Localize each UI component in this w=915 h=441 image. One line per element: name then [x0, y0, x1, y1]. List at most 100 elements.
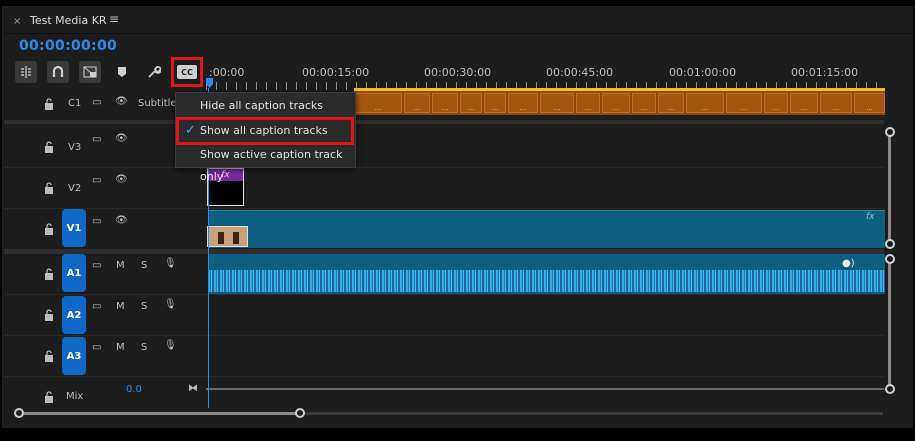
ruler-label: 00:01:15:00: [791, 66, 859, 79]
caption-display-menu: Hide all caption tracks ✓ Show all capti…: [175, 92, 356, 183]
horizontal-scrollbar-thumb[interactable]: [19, 412, 300, 415]
lock-icon[interactable]: [44, 223, 54, 235]
caption-clip[interactable]: ...: [508, 93, 538, 113]
track-row-a2: [4, 335, 884, 336]
caption-clip[interactable]: ...: [460, 93, 482, 113]
track-target-a2[interactable]: A2: [62, 296, 86, 334]
zoom-handle-left[interactable]: [14, 408, 24, 418]
eye-icon[interactable]: 👁: [115, 96, 128, 107]
track-target-a1[interactable]: A1: [62, 254, 86, 292]
jump-to-end-icon[interactable]: ⧓: [188, 383, 198, 394]
track-row-a3: [4, 376, 884, 377]
timeline-panel: × Test Media KR ≡ 00:00:00:00 CC :00:00 …: [0, 0, 915, 441]
playhead-timecode[interactable]: 00:00:00:00: [19, 38, 117, 54]
snap-magnet-icon[interactable]: [47, 61, 69, 83]
zoom-handle-right[interactable]: [295, 408, 305, 418]
caption-clips[interactable]: ... ... ... ... ... ... ... ... ... ... …: [354, 91, 885, 115]
lock-icon[interactable]: [44, 350, 54, 362]
lock-icon[interactable]: [44, 268, 54, 280]
ruler-label: :00:00: [209, 66, 245, 79]
caption-clip[interactable]: ...: [404, 93, 430, 113]
menu-item-show-all-captions[interactable]: ✓ Show all caption tracks: [176, 117, 354, 145]
track-divider[interactable]: [4, 120, 884, 128]
menu-item-show-active-caption[interactable]: Show active caption track only: [176, 144, 355, 183]
solo-button[interactable]: S: [141, 342, 147, 353]
close-icon[interactable]: ×: [13, 16, 21, 27]
scroll-handle[interactable]: [885, 127, 895, 137]
caption-track-options-button[interactable]: CC: [171, 57, 203, 87]
fx-badge: fx: [866, 212, 875, 222]
checkmark-icon: ✓: [185, 123, 196, 138]
sync-lock-icon[interactable]: ▭: [92, 134, 101, 145]
track-name-c1: C1: [68, 98, 82, 109]
microphone-icon[interactable]: 🎙: [164, 299, 177, 310]
caption-clip[interactable]: ...: [820, 93, 852, 113]
ruler-label: 00:00:15:00: [302, 66, 370, 79]
sync-lock-icon[interactable]: ▭: [92, 301, 101, 312]
caption-clip[interactable]: ...: [602, 93, 630, 113]
mix-track-lane: [206, 388, 884, 390]
time-ruler[interactable]: :00:00 00:00:15:00 00:00:30:00 00:00:45:…: [206, 60, 886, 90]
track-row-a1: [4, 294, 884, 295]
insert-overwrite-icon[interactable]: [15, 61, 37, 83]
solo-button[interactable]: S: [141, 260, 147, 271]
track-name-v2: V2: [68, 183, 82, 194]
caption-clip[interactable]: ...: [354, 93, 402, 113]
caption-clip[interactable]: ...: [658, 93, 684, 113]
eye-icon[interactable]: 👁: [115, 133, 128, 144]
track-target-v1[interactable]: V1: [62, 209, 86, 247]
caption-clip[interactable]: ...: [484, 93, 506, 113]
caption-clip[interactable]: ...: [576, 93, 600, 113]
track-target-a3[interactable]: A3: [62, 337, 86, 375]
lock-icon[interactable]: [44, 182, 54, 194]
audio-waveform: [208, 270, 885, 292]
lock-icon[interactable]: [44, 309, 54, 321]
microphone-icon[interactable]: 🎙: [164, 340, 177, 351]
caption-clip[interactable]: ...: [432, 93, 458, 113]
microphone-icon[interactable]: 🎙: [164, 258, 177, 269]
mix-track-label: Mix: [66, 391, 84, 402]
closed-captions-icon: CC: [177, 65, 197, 79]
menu-item-label: Show active caption track only: [200, 148, 343, 183]
panel-menu-icon[interactable]: ≡: [109, 12, 119, 26]
caption-clip[interactable]: ...: [790, 93, 818, 113]
menu-item-hide-all-captions[interactable]: Hide all caption tracks: [176, 95, 355, 117]
thumbnail-figure: [218, 232, 224, 244]
linked-selection-icon[interactable]: [79, 61, 101, 83]
lock-icon[interactable]: [44, 98, 54, 110]
video-clip-v1[interactable]: [208, 210, 885, 248]
wrench-settings-icon[interactable]: [143, 61, 165, 83]
add-marker-icon[interactable]: [111, 61, 133, 83]
sync-lock-icon[interactable]: ▭: [92, 342, 101, 353]
video-vertical-scrollbar[interactable]: [888, 132, 891, 244]
audio-vertical-scrollbar[interactable]: [888, 259, 891, 389]
caption-clip[interactable]: ...: [540, 93, 574, 113]
lock-icon[interactable]: [44, 141, 54, 153]
sync-lock-icon[interactable]: ▭: [92, 260, 101, 271]
scroll-handle[interactable]: [885, 384, 895, 394]
sync-lock-icon[interactable]: ▭: [92, 216, 101, 227]
eye-icon[interactable]: 👁: [115, 174, 128, 185]
caption-clip[interactable]: ...: [686, 93, 724, 113]
caption-clip[interactable]: ...: [632, 93, 656, 113]
scroll-handle[interactable]: [885, 254, 895, 264]
menu-item-label: Show all caption tracks: [200, 124, 328, 137]
track-row-v3: [4, 167, 884, 168]
mute-button[interactable]: M: [116, 342, 125, 353]
eye-icon[interactable]: 👁: [115, 215, 128, 226]
bottom-border: [2, 428, 915, 441]
caption-clip[interactable]: ...: [726, 93, 762, 113]
mute-button[interactable]: M: [116, 260, 125, 271]
scroll-handle[interactable]: [885, 239, 895, 249]
ruler-label: 00:00:30:00: [424, 66, 492, 79]
caption-clip[interactable]: ...: [854, 93, 885, 113]
caption-clip[interactable]: ...: [764, 93, 788, 113]
sequence-tab-title[interactable]: Test Media KR: [30, 14, 107, 27]
track-name-v3: V3: [68, 142, 82, 153]
lock-icon[interactable]: [44, 391, 54, 403]
output-toggle-icon[interactable]: ▭: [92, 97, 101, 108]
sync-lock-icon[interactable]: ▭: [92, 175, 101, 186]
mute-button[interactable]: M: [116, 301, 125, 312]
solo-button[interactable]: S: [141, 301, 147, 312]
mix-volume-value[interactable]: 0.0: [126, 384, 142, 395]
